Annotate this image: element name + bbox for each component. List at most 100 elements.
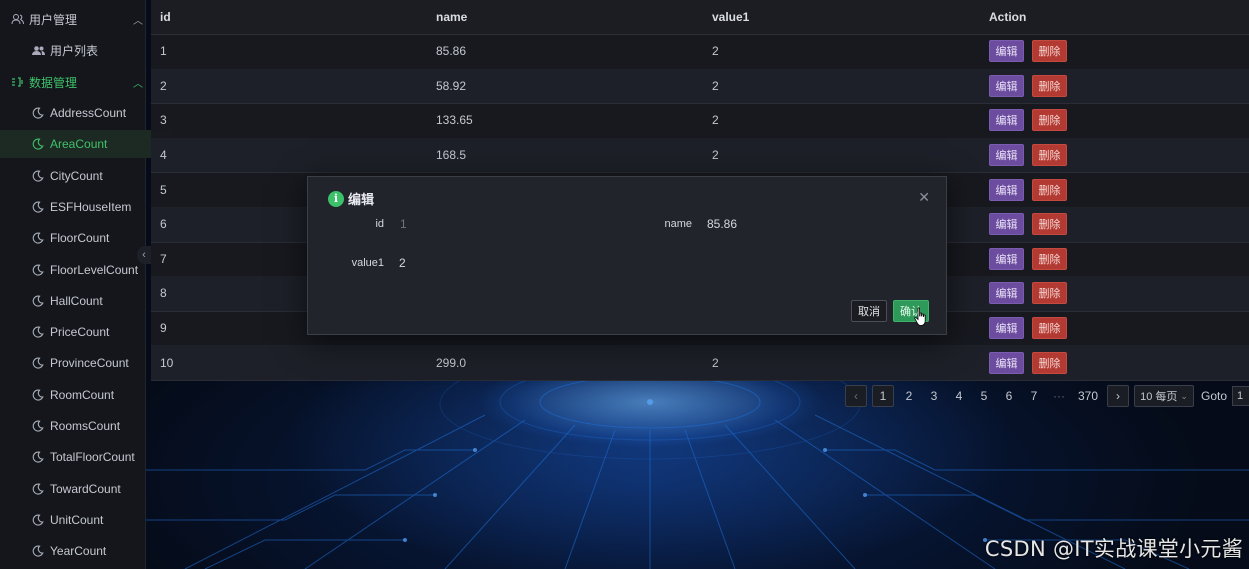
- delete-button[interactable]: 删除: [1032, 74, 1067, 97]
- delete-button[interactable]: 删除: [1032, 247, 1067, 270]
- watermark: CSDN @IT实战课堂小元酱: [984, 537, 1243, 561]
- moon-icon: [31, 325, 45, 339]
- column-header-name[interactable]: name: [436, 10, 467, 24]
- sidebar-item[interactable]: RoomCount: [0, 381, 170, 409]
- chevron-up-icon: ︿: [133, 16, 143, 27]
- page-1-button[interactable]: 1: [872, 385, 894, 407]
- edit-button[interactable]: 编辑: [989, 317, 1024, 340]
- edit-button[interactable]: 编辑: [989, 40, 1024, 63]
- sidebar-item[interactable]: AddressCount: [0, 99, 170, 127]
- close-icon[interactable]: ✕: [918, 189, 930, 206]
- sidebar-item-label: UnitCount: [50, 512, 104, 527]
- value1-label: value1: [351, 257, 384, 269]
- cancel-button[interactable]: 取消: [851, 300, 887, 322]
- page-2-button[interactable]: 2: [899, 386, 919, 406]
- delete-button[interactable]: 删除: [1032, 144, 1067, 167]
- delete-button[interactable]: 删除: [1032, 282, 1067, 305]
- next-page-button[interactable]: ›: [1107, 385, 1129, 407]
- delete-button[interactable]: 删除: [1032, 109, 1067, 132]
- moon-icon: [31, 450, 45, 464]
- page-size-select[interactable]: 10 每页 ⌄: [1134, 385, 1194, 407]
- pagination: ‹ 1 2 3 4 5 6 7 ··· 370 › 10 每页 ⌄ Goto 1: [845, 385, 1249, 407]
- cell-actions: 编辑 删除: [989, 178, 1067, 201]
- cell-id: 2: [160, 78, 167, 93]
- moon-icon: [31, 200, 45, 214]
- column-header-value1[interactable]: value1: [712, 10, 749, 24]
- dialog-title: i 编辑: [328, 189, 374, 208]
- table-row: 4 168.5 2 编辑 删除: [151, 137, 1249, 174]
- cell-id: 7: [160, 251, 167, 266]
- moon-icon: [31, 169, 45, 183]
- dialog-title-text: 编辑: [348, 192, 375, 207]
- delete-button[interactable]: 删除: [1032, 317, 1067, 340]
- sidebar-item[interactable]: ProvinceCount: [0, 349, 170, 377]
- page-size-label: 10 每页: [1140, 391, 1178, 403]
- edit-button[interactable]: 编辑: [989, 109, 1024, 132]
- sidebar-item[interactable]: YearCount: [0, 537, 170, 565]
- edit-button[interactable]: 编辑: [989, 74, 1024, 97]
- edit-button[interactable]: 编辑: [989, 213, 1024, 236]
- edit-button[interactable]: 编辑: [989, 247, 1024, 270]
- sidebar-item-label: YearCount: [50, 544, 107, 559]
- goto-input[interactable]: 1: [1232, 386, 1249, 406]
- sidebar-collapse-button[interactable]: ‹: [137, 246, 151, 264]
- sidebar-item[interactable]: UnitCount: [0, 506, 170, 534]
- sidebar-item-user-list[interactable]: 用户列表: [0, 36, 170, 64]
- value1-field[interactable]: 2: [399, 256, 406, 270]
- edit-button[interactable]: 编辑: [989, 351, 1024, 374]
- page-3-button[interactable]: 3: [924, 386, 944, 406]
- page-6-button[interactable]: 6: [999, 386, 1019, 406]
- cell-id: 6: [160, 217, 167, 232]
- prev-page-button[interactable]: ‹: [845, 385, 867, 407]
- cell-actions: 编辑 删除: [989, 351, 1067, 374]
- sidebar-item[interactable]: PriceCount: [0, 318, 170, 346]
- goto-label: Goto: [1201, 389, 1228, 403]
- cell-id: 5: [160, 182, 167, 197]
- delete-button[interactable]: 删除: [1032, 40, 1067, 63]
- page-4-button[interactable]: 4: [949, 386, 969, 406]
- edit-button[interactable]: 编辑: [989, 144, 1024, 167]
- chevron-up-icon: ︿: [133, 79, 143, 90]
- page-7-button[interactable]: 7: [1024, 386, 1044, 406]
- hand-cursor-icon: [914, 307, 926, 326]
- sidebar-item[interactable]: TotalFloorCount: [0, 443, 170, 471]
- menu-group-user-management[interactable]: 用户管理 ︿: [0, 5, 149, 33]
- delete-button[interactable]: 删除: [1032, 351, 1067, 374]
- page-last-button[interactable]: 370: [1074, 386, 1102, 406]
- sidebar-item-label: ESFHouseItem: [50, 199, 132, 214]
- table-row: 1 85.86 2 编辑 删除: [151, 34, 1249, 70]
- sidebar-item[interactable]: RoomsCount: [0, 412, 170, 440]
- sidebar-item[interactable]: ESFHouseItem: [0, 193, 170, 221]
- cell-actions: 编辑 删除: [989, 282, 1067, 305]
- cell-value1: 2: [712, 44, 719, 59]
- cell-value1: 2: [712, 148, 719, 163]
- id-field[interactable]: 1: [400, 217, 407, 231]
- menu-group-data-management[interactable]: 数据管理 ︿: [0, 68, 149, 96]
- edit-button[interactable]: 编辑: [989, 282, 1024, 305]
- edit-button[interactable]: 编辑: [989, 178, 1024, 201]
- moon-icon: [31, 544, 45, 558]
- sidebar-item[interactable]: AreaCount: [0, 130, 170, 159]
- user-group-icon: [31, 43, 45, 57]
- sidebar-item[interactable]: CityCount: [0, 162, 170, 190]
- delete-button[interactable]: 删除: [1032, 213, 1067, 236]
- column-header-id[interactable]: id: [160, 10, 171, 24]
- data-icon: [10, 75, 24, 89]
- sidebar-item[interactable]: HallCount: [0, 287, 170, 315]
- table-header: id name value1 Action: [151, 0, 1249, 35]
- moon-icon: [31, 263, 45, 277]
- cell-id: 9: [160, 321, 167, 336]
- sidebar-item-label: 用户列表: [50, 43, 99, 58]
- menu-group-label: 用户管理: [29, 12, 78, 27]
- ellipsis-button[interactable]: ···: [1049, 386, 1069, 406]
- sidebar-item-label: ProvinceCount: [50, 356, 129, 371]
- cell-actions: 编辑 删除: [989, 144, 1067, 167]
- moon-icon: [31, 231, 45, 245]
- cell-id: 10: [160, 355, 174, 370]
- sidebar-item[interactable]: TowardCount: [0, 475, 170, 503]
- sidebar-item-label: RoomCount: [50, 387, 115, 402]
- delete-button[interactable]: 删除: [1032, 178, 1067, 201]
- name-field[interactable]: 85.86: [707, 217, 737, 231]
- page-5-button[interactable]: 5: [974, 386, 994, 406]
- info-icon: i: [328, 190, 344, 207]
